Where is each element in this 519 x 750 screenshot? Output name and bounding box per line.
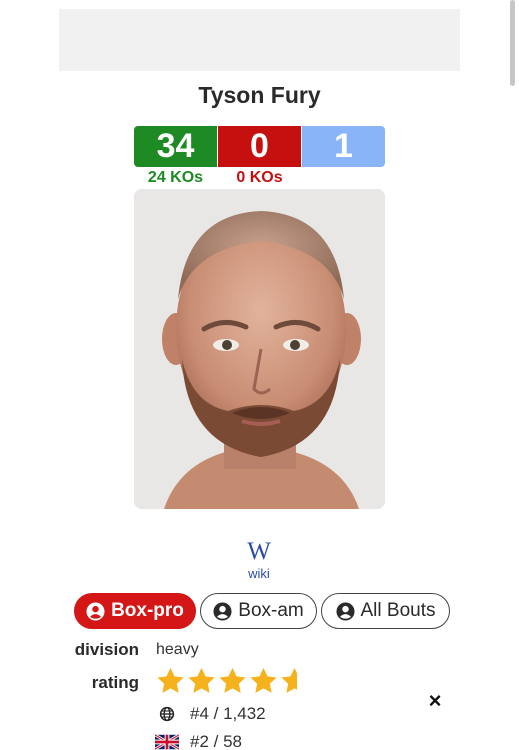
wins-count: 34 (134, 126, 217, 167)
user-circle-icon (335, 601, 355, 621)
uk-flag-icon (155, 733, 179, 750)
division-value: heavy (156, 641, 199, 658)
loss-kos: 0 KOs (236, 169, 283, 186)
ko-row: 24 KOs 0 KOs (134, 169, 385, 189)
world-rank: #4 / 1,432 (155, 703, 266, 725)
record-bar: 34 0 1 (134, 126, 385, 167)
rating-stars (155, 666, 297, 698)
scrollbar[interactable] (510, 0, 515, 86)
rating-label: rating (91, 673, 139, 692)
wikipedia-icon: W (247, 538, 271, 565)
wiki-label: wiki (248, 566, 270, 581)
tab-box-pro[interactable]: Box-pro (74, 593, 196, 629)
draws-count: 1 (302, 126, 385, 167)
tab-label: Box-am (238, 600, 304, 621)
world-rank-value: #4 / 1,432 (190, 704, 266, 723)
globe-icon (159, 706, 175, 722)
tab-label: All Bouts (360, 600, 436, 621)
star-icon (188, 667, 215, 693)
division-label: division (74, 640, 139, 659)
tab-all-bouts[interactable]: All Bouts (321, 593, 450, 629)
star-icon (281, 667, 297, 693)
wiki-link[interactable]: W wiki (239, 538, 279, 581)
star-icon (157, 667, 184, 693)
boxer-portrait (134, 189, 385, 509)
star-icon (250, 667, 277, 693)
user-circle-icon (86, 601, 105, 621)
tab-label: Box-pro (111, 600, 184, 621)
win-kos: 24 KOs (147, 169, 204, 186)
uk-rank-value: #2 / 58 (190, 732, 242, 750)
losses-count: 0 (218, 126, 301, 167)
star-icon (219, 667, 246, 693)
boxer-name: Tyson Fury (198, 82, 321, 108)
tab-box-am[interactable]: Box-am (200, 593, 317, 629)
user-circle-icon (213, 601, 232, 621)
close-icon[interactable]: × (425, 690, 445, 712)
uk-rank: #2 / 58 (155, 731, 242, 750)
ad-banner (59, 9, 460, 71)
